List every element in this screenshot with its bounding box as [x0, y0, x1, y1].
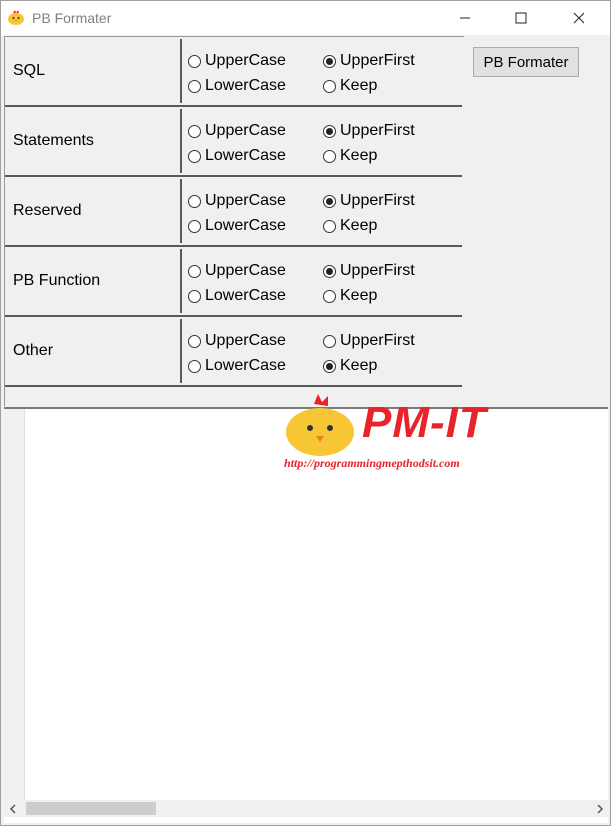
radio-keep[interactable]: Keep [323, 217, 377, 235]
radio-label: UpperCase [205, 52, 286, 69]
pb-formater-button[interactable]: PB Formater [473, 47, 579, 77]
close-button[interactable] [556, 1, 602, 35]
radio-label: UpperCase [205, 332, 286, 349]
radio-unchecked-icon [188, 219, 201, 233]
radio-label: LowerCase [205, 217, 286, 234]
radio-label: UpperFirst [340, 122, 415, 139]
row-divider [180, 319, 182, 383]
option-row-label: Other [13, 342, 54, 359]
radio-label: UpperCase [205, 262, 286, 279]
radio-upperfirst[interactable]: UpperFirst [323, 192, 415, 210]
scroll-thumb[interactable] [26, 802, 156, 815]
radio-upperfirst[interactable]: UpperFirst [323, 52, 415, 70]
radio-unchecked-icon [188, 334, 201, 348]
radio-unchecked-icon [323, 79, 336, 93]
horizontal-scrollbar[interactable] [4, 800, 608, 817]
maximize-button[interactable] [498, 1, 544, 35]
chick-mascot-icon [286, 394, 354, 456]
close-icon [573, 12, 585, 24]
row-divider [180, 109, 182, 173]
scroll-right-button[interactable] [591, 800, 608, 817]
radio-unchecked-icon [188, 359, 201, 373]
row-divider [180, 39, 182, 103]
radio-upperfirst[interactable]: UpperFirst [323, 332, 415, 350]
chevron-left-icon [9, 803, 16, 814]
radio-unchecked-icon [323, 289, 336, 303]
radio-keep[interactable]: Keep [323, 287, 377, 305]
radio-label: LowerCase [205, 357, 286, 374]
editor-gutter [4, 409, 25, 800]
radio-label: Keep [340, 287, 378, 304]
chick-icon [8, 10, 24, 25]
radio-unchecked-icon [188, 194, 201, 208]
option-row-label: Statements [13, 132, 94, 149]
title-bar[interactable]: PB Formater [1, 1, 610, 35]
minimize-icon [460, 17, 470, 19]
option-row-pb-function: PB Function UpperCase UpperFirst LowerCase K… [5, 247, 462, 317]
watermark-brand: PM-IT [362, 398, 487, 447]
radio-label: UpperFirst [340, 192, 415, 209]
chevron-right-icon [596, 803, 603, 814]
window-title: PB Formater [32, 10, 112, 26]
option-row-label: SQL [13, 62, 46, 79]
radio-label: Keep [340, 357, 378, 374]
radio-upperfirst[interactable]: UpperFirst [323, 262, 415, 280]
maximize-icon [515, 12, 527, 24]
row-divider [180, 179, 182, 243]
option-row-sql: SQL UpperCase UpperFirst LowerCase Keep [5, 37, 462, 107]
radio-uppercase[interactable]: UpperCase [188, 332, 286, 350]
radio-lowercase[interactable]: LowerCase [188, 287, 286, 305]
radio-unchecked-icon [188, 124, 201, 138]
radio-label: UpperFirst [340, 262, 415, 279]
radio-checked-icon [323, 54, 336, 68]
radio-lowercase[interactable]: LowerCase [188, 147, 286, 165]
radio-keep[interactable]: Keep [323, 147, 377, 165]
radio-unchecked-icon [323, 334, 336, 348]
option-row-other: Other UpperCase UpperFirst LowerCase Keep [5, 317, 462, 387]
radio-label: LowerCase [205, 147, 286, 164]
case-options-panel: SQL UpperCase UpperFirst LowerCase Keep State… [4, 36, 464, 406]
radio-unchecked-icon [188, 264, 201, 278]
pm-it-watermark: PM-IT http://programmingmepthodsit.com [282, 394, 522, 474]
option-row-label: Reserved [13, 202, 82, 219]
radio-checked-icon [323, 124, 336, 138]
radio-uppercase[interactable]: UpperCase [188, 122, 286, 140]
radio-label: Keep [340, 77, 378, 94]
panel-bottom-divider [5, 385, 462, 387]
option-row-reserved: Reserved UpperCase UpperFirst LowerCase Keep [5, 177, 462, 247]
radio-uppercase[interactable]: UpperCase [188, 192, 286, 210]
radio-keep[interactable]: Keep [323, 77, 377, 95]
radio-checked-icon [323, 264, 336, 278]
radio-unchecked-icon [323, 219, 336, 233]
radio-label: UpperCase [205, 192, 286, 209]
radio-label: Keep [340, 217, 378, 234]
radio-label: UpperFirst [340, 52, 415, 69]
radio-label: UpperFirst [340, 332, 415, 349]
minimize-button[interactable] [442, 1, 488, 35]
radio-unchecked-icon [188, 79, 201, 93]
row-divider [180, 249, 182, 313]
radio-lowercase[interactable]: LowerCase [188, 77, 286, 95]
option-row-statements: Statements UpperCase UpperFirst LowerCase Ke… [5, 107, 462, 177]
scroll-left-button[interactable] [4, 800, 21, 817]
radio-unchecked-icon [188, 54, 201, 68]
radio-uppercase[interactable]: UpperCase [188, 52, 286, 70]
radio-uppercase[interactable]: UpperCase [188, 262, 286, 280]
radio-keep[interactable]: Keep [323, 357, 377, 375]
radio-lowercase[interactable]: LowerCase [188, 357, 286, 375]
radio-lowercase[interactable]: LowerCase [188, 217, 286, 235]
watermark-url: http://programmingmepthodsit.com [284, 456, 460, 470]
radio-unchecked-icon [188, 289, 201, 303]
radio-label: LowerCase [205, 287, 286, 304]
radio-unchecked-icon [188, 149, 201, 163]
radio-checked-icon [323, 194, 336, 208]
radio-label: LowerCase [205, 77, 286, 94]
radio-unchecked-icon [323, 149, 336, 163]
radio-checked-icon [323, 359, 336, 373]
radio-label: UpperCase [205, 122, 286, 139]
option-row-label: PB Function [13, 272, 101, 289]
radio-label: Keep [340, 147, 378, 164]
radio-upperfirst[interactable]: UpperFirst [323, 122, 415, 140]
